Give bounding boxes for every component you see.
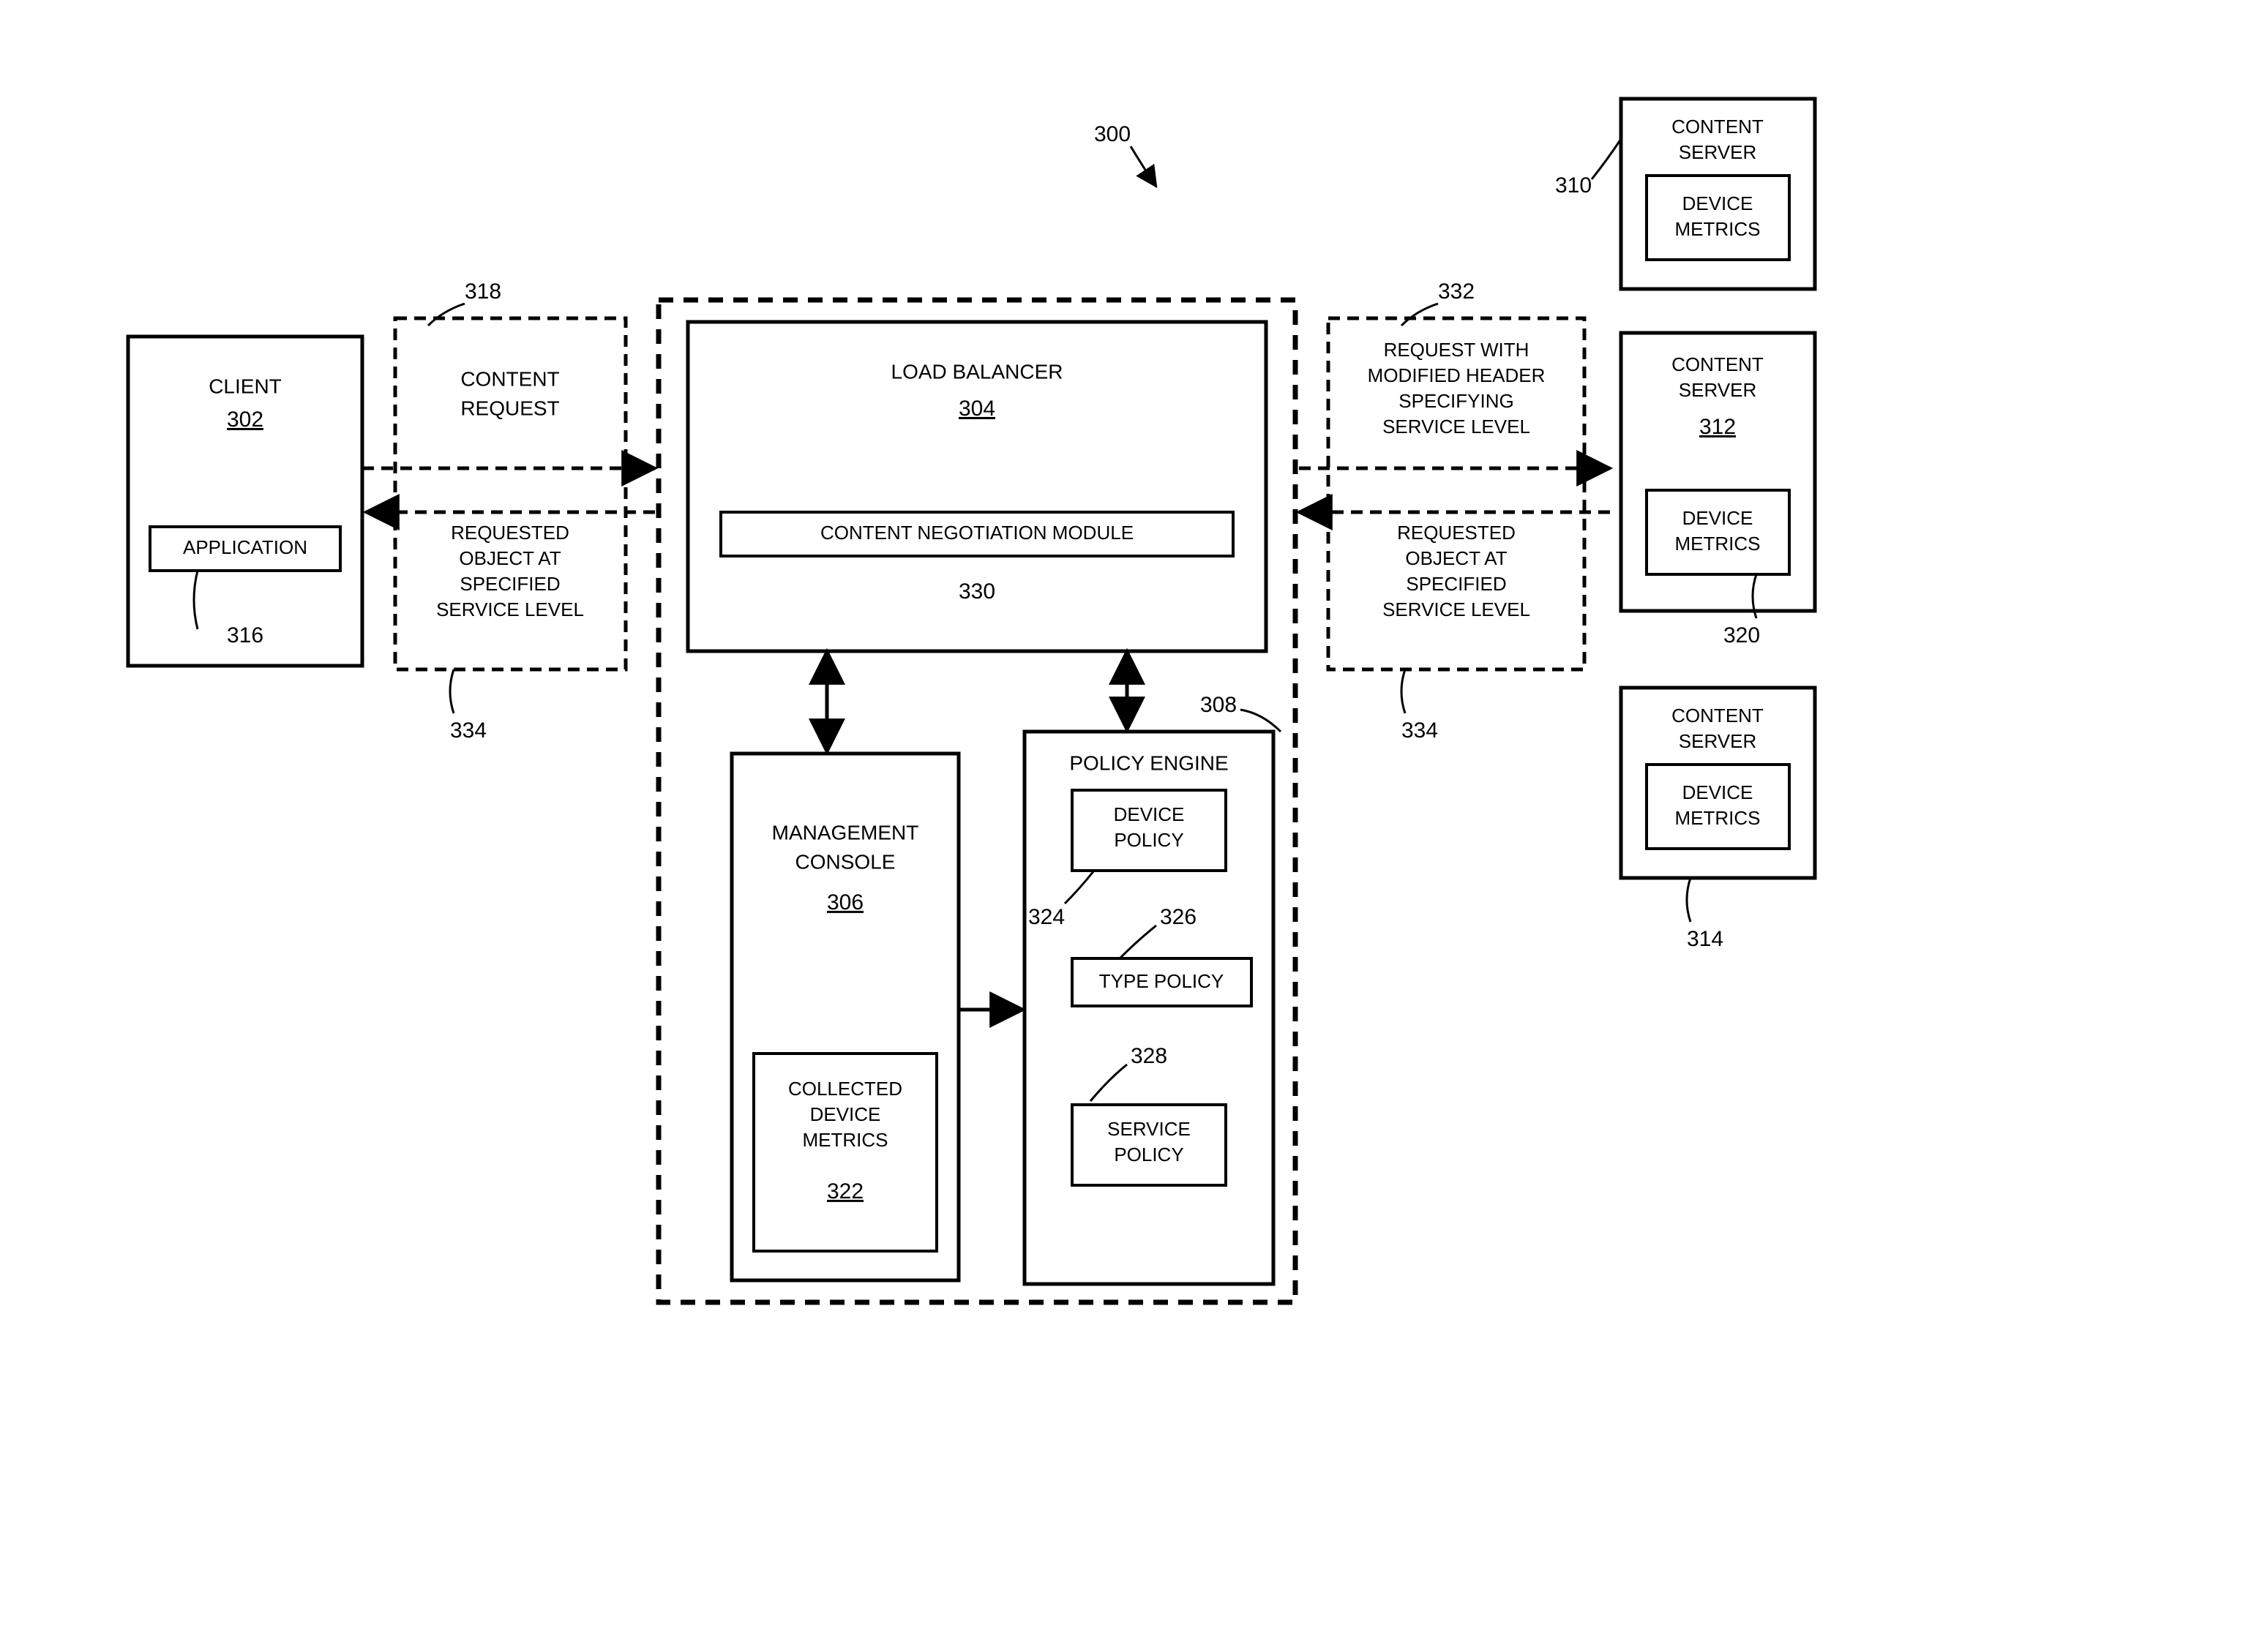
cs3-title-l1: CONTENT	[1671, 705, 1764, 726]
diagram-ref: 300	[1094, 122, 1131, 146]
collected-l3: METRICS	[803, 1129, 888, 1151]
client-title: CLIENT	[209, 375, 282, 397]
service-policy-ref: 328	[1131, 1044, 1167, 1068]
client-ref: 302	[227, 408, 263, 432]
req-left-l4: SERVICE LEVEL	[436, 598, 584, 620]
cs2-ref: 312	[1699, 415, 1736, 439]
reqmod-l1: REQUEST WITH	[1384, 339, 1529, 361]
req-right-l4: SERVICE LEVEL	[1382, 598, 1530, 620]
load-balancer-ref: 304	[959, 397, 995, 421]
req-right-l1: REQUESTED	[1397, 522, 1516, 544]
mc-ref: 306	[827, 890, 864, 915]
management-console-box: MANAGEMENT CONSOLE 306 COLLECTED DEVICE …	[732, 754, 959, 1280]
req-left-l2: OBJECT AT	[459, 547, 561, 569]
collected-ref: 322	[827, 1179, 864, 1204]
content-server-2: CONTENT SERVER 312 DEVICE METRICS 320	[1621, 333, 1815, 647]
device-policy-ref: 324	[1028, 905, 1065, 929]
cs2-metrics-ref: 320	[1723, 623, 1760, 647]
collected-l2: DEVICE	[810, 1103, 881, 1125]
client-box: CLIENT 302 APPLICATION 316	[128, 337, 362, 666]
application-label: APPLICATION	[183, 536, 307, 558]
cnm-label: CONTENT NEGOTIATION MODULE	[820, 522, 1134, 544]
cs3-title-l2: SERVER	[1679, 730, 1756, 752]
content-server-3: CONTENT SERVER DEVICE METRICS 314	[1621, 688, 1815, 951]
cs3-metrics-l1: DEVICE	[1682, 781, 1753, 803]
cnm-ref: 330	[959, 579, 995, 604]
cs1-metrics-l1: DEVICE	[1682, 192, 1753, 214]
service-policy-l1: SERVICE	[1107, 1118, 1191, 1140]
reqmod-ref: 332	[1438, 279, 1475, 304]
load-balancer-box: LOAD BALANCER 304 CONTENT NEGOTIATION MO…	[688, 322, 1266, 651]
cs1-title-l2: SERVER	[1679, 141, 1756, 163]
req-right-ref: 334	[1401, 718, 1438, 743]
content-request-l2: REQUEST	[460, 397, 559, 419]
cs3-metrics-l2: METRICS	[1675, 807, 1761, 829]
pe-ref: 308	[1200, 693, 1237, 717]
policy-engine-box: POLICY ENGINE 308 DEVICE POLICY 324 326 …	[1025, 693, 1281, 1284]
req-left-l3: SPECIFIED	[460, 573, 560, 595]
content-server-1: CONTENT SERVER DEVICE METRICS 310	[1555, 99, 1815, 289]
req-left-l1: REQUESTED	[451, 522, 569, 544]
reqmod-l3: SPECIFYING	[1398, 390, 1513, 412]
application-ref: 316	[227, 623, 263, 647]
content-request-ref: 318	[465, 279, 501, 304]
mc-title-l2: CONSOLE	[795, 850, 896, 873]
cs2-metrics-l2: METRICS	[1675, 533, 1761, 555]
req-left-ref: 334	[450, 718, 487, 743]
cs2-metrics-l1: DEVICE	[1682, 507, 1753, 529]
service-policy-l2: POLICY	[1114, 1144, 1183, 1165]
reqmod-l2: MODIFIED HEADER	[1368, 364, 1546, 386]
collected-l1: COLLECTED	[788, 1078, 902, 1100]
cs2-title-l1: CONTENT	[1671, 353, 1764, 375]
req-right-l2: OBJECT AT	[1405, 547, 1507, 569]
req-right-l3: SPECIFIED	[1406, 573, 1506, 595]
type-policy-ref: 326	[1160, 905, 1197, 929]
cs1-title-l1: CONTENT	[1671, 116, 1764, 138]
cs3-ref: 314	[1687, 927, 1723, 951]
device-policy-l2: POLICY	[1114, 829, 1183, 851]
pe-title: POLICY ENGINE	[1069, 751, 1228, 774]
type-policy-label: TYPE POLICY	[1099, 970, 1224, 992]
mc-title-l1: MANAGEMENT	[772, 821, 919, 844]
architecture-diagram: 300 CLIENT 302 APPLICATION 316 LOAD BALA…	[0, 0, 2243, 1652]
cs1-ref: 310	[1555, 173, 1592, 198]
content-request-l1: CONTENT	[460, 367, 559, 390]
load-balancer-title: LOAD BALANCER	[891, 360, 1063, 383]
reqmod-l4: SERVICE LEVEL	[1382, 416, 1530, 438]
cs2-title-l2: SERVER	[1679, 379, 1756, 401]
device-policy-l1: DEVICE	[1114, 803, 1185, 825]
cs1-metrics-l2: METRICS	[1675, 218, 1761, 240]
